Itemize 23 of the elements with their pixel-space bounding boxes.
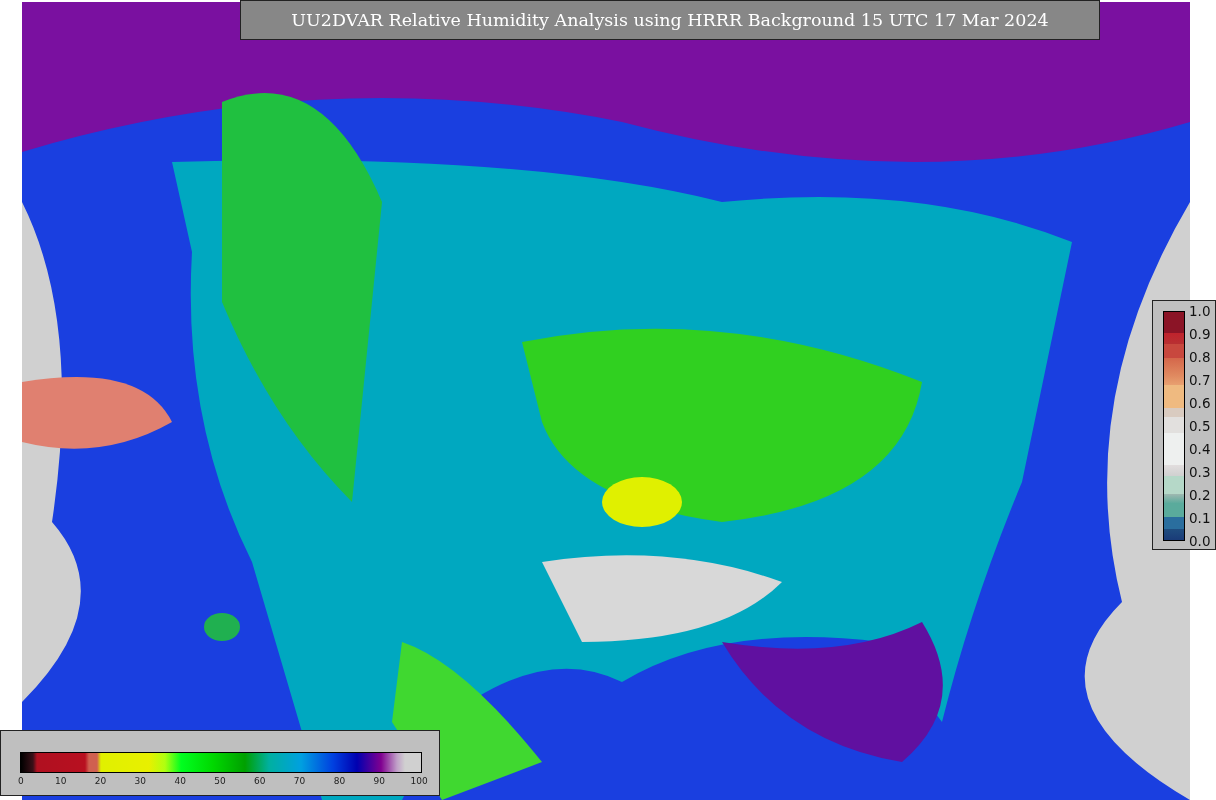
tick-label: 100 [409, 776, 429, 786]
tick-label: 70 [292, 776, 307, 786]
tick-label: 80 [332, 776, 347, 786]
tick-label: 0.4 [1189, 439, 1211, 459]
tick-label: 0.5 [1189, 416, 1211, 436]
tick-label: 60 [253, 776, 267, 786]
tick-label: 0.6 [1189, 393, 1211, 413]
tick-label: 30 [133, 776, 148, 786]
tick-label: 0.1 [1189, 508, 1211, 528]
tick-label: 1.0 [1189, 301, 1211, 321]
tick-label: 10 [54, 776, 68, 786]
tick-label: 0.3 [1189, 462, 1211, 482]
tick-label: 20 [93, 776, 108, 786]
tick-label: 0.2 [1189, 485, 1211, 505]
tick-label: 50 [213, 776, 227, 786]
tick-label: 0.8 [1189, 347, 1211, 367]
tick-label: 0.7 [1189, 370, 1211, 390]
tick-label: 90 [372, 776, 386, 786]
tick-label: 40 [173, 776, 187, 786]
tick-label: 0.9 [1189, 324, 1211, 344]
tick-label: 0 [17, 776, 25, 786]
map-title: UU2DVAR Relative Humidity Analysis using HRRR Background 15 UTC 17 Mar 2024 [240, 0, 1100, 40]
tick-label: 0.0 [1189, 531, 1211, 551]
